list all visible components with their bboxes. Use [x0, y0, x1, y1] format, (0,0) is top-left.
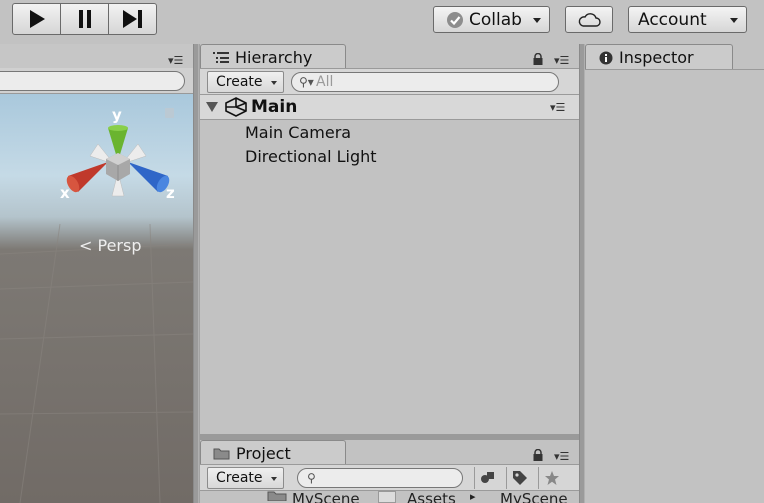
account-button[interactable]: Account: [628, 6, 747, 33]
inspector-panel: Inspector: [585, 44, 764, 503]
favorites-button[interactable]: [538, 467, 564, 489]
hierarchy-item[interactable]: Main Camera: [245, 123, 351, 142]
tag-icon: [512, 471, 527, 485]
create-label: Create: [216, 470, 263, 486]
cloud-icon: [578, 12, 601, 27]
tab-label: Inspector: [619, 48, 694, 67]
inspector-body: [585, 69, 764, 503]
collab-button[interactable]: Collab: [433, 6, 550, 33]
folder-icon: [267, 491, 287, 501]
gizmo-y-label: y: [112, 106, 122, 124]
unity-logo-icon: [225, 97, 247, 117]
project-panel: Project ▾☰ Create ⚲ MyScene Assets ▸ MyS…: [200, 440, 579, 503]
orientation-gizmo[interactable]: y x z: [56, 104, 180, 214]
shapes-icon: [480, 472, 494, 483]
tab-project[interactable]: Project: [200, 440, 346, 466]
lock-icon[interactable]: [533, 53, 543, 65]
project-toolbar: Create ⚲: [200, 464, 579, 491]
search-icon: ⚲: [307, 471, 316, 485]
scene-viewport[interactable]: y x z < Persp: [0, 94, 193, 503]
panel-menu-icon[interactable]: ▾☰: [168, 54, 183, 67]
collab-label: Collab: [469, 9, 522, 30]
chevron-down-icon: [270, 477, 277, 481]
projection-toggle[interactable]: < Persp: [79, 236, 142, 255]
folder-icon: [213, 448, 230, 460]
project-content-top: MyScene Assets ▸ MyScene: [200, 490, 579, 503]
tab-hierarchy[interactable]: Hierarchy: [200, 44, 346, 70]
play-icon: [29, 10, 45, 28]
cloud-button[interactable]: [565, 6, 613, 33]
play-button[interactable]: [13, 4, 60, 34]
gizmo-z-label: z: [166, 184, 175, 202]
panel-menu-icon[interactable]: ▾☰: [554, 54, 569, 67]
panel-menu-icon[interactable]: ▾☰: [554, 450, 569, 463]
filter-label-button[interactable]: [506, 467, 532, 489]
tab-label: Hierarchy: [235, 48, 313, 67]
breadcrumb-item[interactable]: MyScene: [500, 490, 568, 503]
breadcrumb-item[interactable]: Assets: [407, 490, 456, 503]
folder-tree-item[interactable]: MyScene: [292, 490, 360, 503]
project-search-input[interactable]: ⚲: [297, 468, 463, 488]
chevron-down-icon: [533, 18, 541, 23]
step-icon: [122, 10, 142, 28]
playmode-controls: [12, 3, 157, 35]
scrollbar-arrow[interactable]: [378, 491, 396, 503]
create-button[interactable]: Create: [207, 467, 284, 489]
search-icon: ⚲▾: [299, 75, 314, 89]
persp-chevron-icon: <: [79, 236, 93, 255]
hierarchy-toolbar: Create ⚲▾ All: [200, 68, 579, 95]
hierarchy-search-input[interactable]: ⚲▾ All: [291, 72, 559, 92]
step-button[interactable]: [108, 4, 156, 34]
star-icon: [544, 471, 559, 485]
tab-label: Project: [236, 444, 291, 463]
breadcrumb-separator-icon: ▸: [470, 490, 476, 503]
scene-name: Main: [251, 97, 298, 117]
search-placeholder: All: [316, 74, 334, 90]
filter-type-button[interactable]: [474, 467, 500, 489]
tab-inspector[interactable]: Inspector: [585, 44, 733, 70]
info-icon: [599, 51, 613, 64]
list-icon: [213, 52, 229, 63]
chevron-down-icon: [270, 81, 277, 85]
lock-icon[interactable]: [533, 449, 543, 461]
scene-search-bar: [0, 68, 193, 94]
hierarchy-panel: Hierarchy ▾☰ Create ⚲▾ All Main ▾☰ Main …: [200, 44, 579, 434]
pause-icon: [78, 10, 91, 28]
expand-arrow-icon[interactable]: [206, 102, 218, 112]
create-label: Create: [216, 74, 263, 90]
scene-row[interactable]: Main ▾☰: [200, 95, 579, 120]
scene-menu-icon[interactable]: ▾☰: [550, 101, 565, 114]
hierarchy-item[interactable]: Directional Light: [245, 147, 377, 166]
main-toolbar: Collab Account: [0, 0, 764, 44]
chevron-down-icon: [730, 18, 738, 23]
create-button[interactable]: Create: [207, 71, 284, 93]
scene-panel: ▾☰ y x z < Persp: [0, 44, 193, 503]
gizmo-x-label: x: [60, 184, 70, 202]
collab-check-icon: [447, 11, 463, 28]
panel-splitter[interactable]: [193, 44, 199, 503]
account-label: Account: [638, 9, 707, 30]
scene-search-input[interactable]: [0, 71, 185, 91]
pause-button[interactable]: [60, 4, 108, 34]
projection-label: Persp: [97, 236, 142, 255]
